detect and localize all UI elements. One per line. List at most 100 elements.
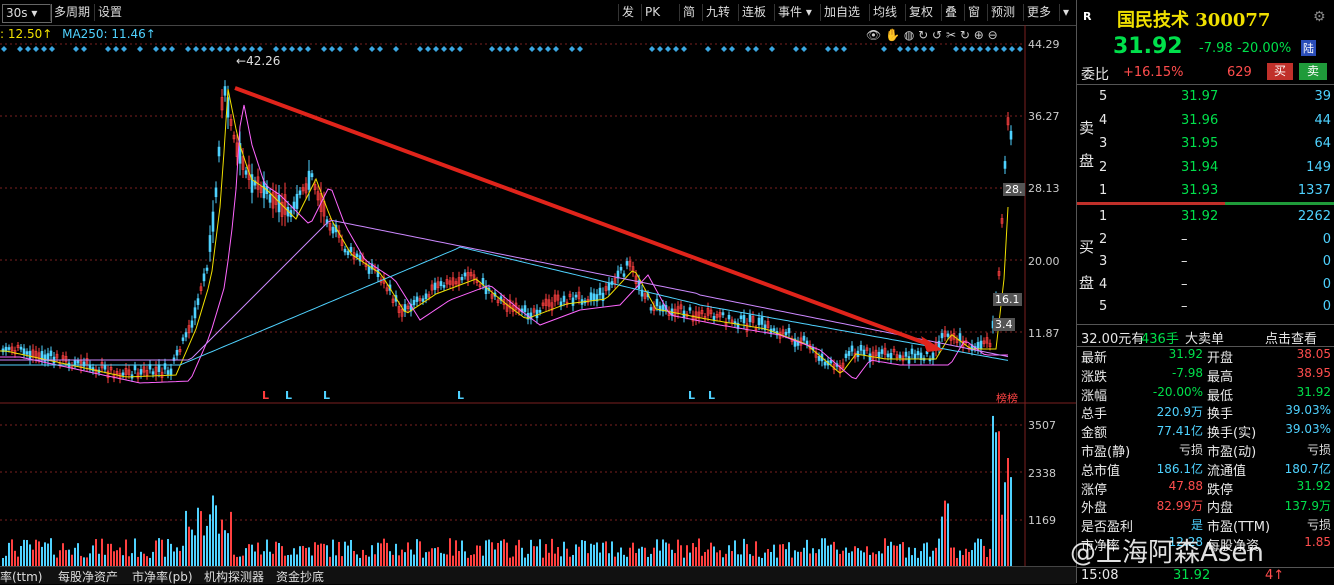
- candle-body: [619, 267, 623, 271]
- rank-label[interactable]: 榜榜: [996, 390, 1018, 406]
- ask-price[interactable]: 31.94: [1181, 160, 1218, 175]
- ask-level: 4: [1099, 112, 1108, 128]
- volume-bar: [923, 543, 925, 566]
- volume-bar: [614, 556, 616, 566]
- signal-diamond: [985, 46, 991, 52]
- volume-bar: [611, 541, 613, 566]
- toolbar-btn-5[interactable]: 事件 ▾: [774, 4, 815, 21]
- signal-diamond: [425, 46, 431, 52]
- candle-body: [223, 86, 227, 96]
- ask-price[interactable]: 31.96: [1181, 113, 1218, 128]
- toolbar-btn-6[interactable]: 加自选: [820, 4, 863, 21]
- volume-bar: [821, 538, 823, 566]
- volume-bar: [692, 543, 694, 566]
- toolbar-btn-10[interactable]: 窗: [964, 4, 983, 21]
- volume-bar: [761, 557, 763, 566]
- toolbar-btn-7[interactable]: 均线: [869, 4, 900, 21]
- volume-bar: [959, 550, 961, 566]
- candle-body: [133, 365, 137, 371]
- volume-bar: [50, 538, 52, 566]
- toolbar-btn-2[interactable]: 简: [679, 4, 698, 21]
- volume-bar: [431, 548, 433, 566]
- volume-bar: [890, 541, 892, 566]
- volume-bar: [749, 554, 751, 566]
- volume-bar: [455, 540, 457, 566]
- signal-diamond: [897, 46, 903, 52]
- ask-label-1: 卖: [1079, 119, 1095, 137]
- bid-price[interactable]: –: [1181, 277, 1188, 292]
- candle-body: [190, 320, 194, 328]
- indicator-tab[interactable]: 率(ttm): [0, 568, 42, 585]
- signal-diamond: [657, 46, 663, 52]
- kline-chart[interactable]: [0, 25, 1076, 566]
- stat-value: 77.41亿: [1156, 424, 1203, 439]
- period-select[interactable]: 30s ▾: [2, 4, 52, 23]
- volume-bar: [146, 556, 148, 566]
- ask-price[interactable]: 31.95: [1181, 136, 1218, 151]
- multi-period-button[interactable]: 多周期: [50, 4, 93, 21]
- buy-button[interactable]: 买: [1267, 63, 1293, 80]
- bid-price[interactable]: 31.92: [1181, 209, 1218, 224]
- signal-diamond: [841, 46, 847, 52]
- candle-body: [82, 361, 86, 367]
- settings-button[interactable]: 设置: [94, 4, 125, 21]
- volume-bar: [188, 526, 190, 566]
- volume-bar: [113, 551, 115, 566]
- volume-bar: [653, 547, 655, 566]
- signal-diamond: [505, 46, 511, 52]
- sell-button[interactable]: 卖: [1299, 63, 1327, 80]
- volume-bar: [533, 546, 535, 566]
- candle-body: [175, 349, 179, 356]
- stat-value: 亏损: [1178, 443, 1203, 457]
- indicator-tab[interactable]: 机构探测器: [204, 568, 264, 585]
- indicator-tab[interactable]: 每股净资产: [58, 568, 118, 585]
- volume-bar: [473, 554, 475, 566]
- volume-bar: [206, 525, 208, 566]
- stat-label: 涨停: [1081, 482, 1108, 498]
- volume-bar: [863, 552, 865, 566]
- toolbar-btn-9[interactable]: 叠: [941, 4, 960, 21]
- volume-bar: [470, 555, 472, 566]
- indicator-tab[interactable]: 市净率(pb): [132, 568, 193, 585]
- indicator-tab[interactable]: 资金抄底: [276, 568, 324, 585]
- toolbar-btn-12[interactable]: 更多: [1023, 4, 1054, 21]
- volume-bar: [818, 549, 820, 566]
- candle-body: [823, 361, 827, 366]
- big-order-link[interactable]: 点击查看: [1265, 328, 1317, 347]
- volume-bar: [764, 552, 766, 566]
- toolbar-btn-8[interactable]: 复权: [905, 4, 936, 21]
- toolbar-btn-1[interactable]: PK: [641, 4, 663, 21]
- signal-diamond: [929, 46, 935, 52]
- candle-body: [25, 351, 29, 355]
- period-label: 30s: [6, 6, 28, 20]
- toolbar-btn-3[interactable]: 九转: [702, 4, 733, 21]
- volume-bar: [317, 544, 319, 566]
- ask-price[interactable]: 31.97: [1181, 89, 1218, 104]
- bid-price[interactable]: –: [1181, 254, 1188, 269]
- volume-bar: [926, 542, 928, 566]
- volume-bar: [929, 556, 931, 566]
- stock-price: 31.92: [1113, 34, 1183, 59]
- volume-bar: [35, 539, 37, 566]
- volume-bar: [815, 553, 817, 566]
- volume-bar: [626, 556, 628, 566]
- volume-bar: [794, 550, 796, 566]
- quote-panel: R 国民技术 300077 ⚙ 31.92 -7.98 -20.00% 陆 委比…: [1076, 0, 1334, 583]
- toolbar-btn-0[interactable]: 发: [618, 4, 637, 21]
- candle-body: [592, 293, 596, 301]
- toolbar-btn-4[interactable]: 连板: [738, 4, 769, 21]
- bid-price[interactable]: –: [1181, 299, 1188, 314]
- settings-gear-icon[interactable]: ⚙: [1313, 9, 1326, 25]
- volume-bar: [524, 557, 526, 566]
- toolbar-btn-11[interactable]: 预测: [987, 4, 1018, 21]
- signal-diamond: [993, 46, 999, 52]
- bid-price[interactable]: –: [1181, 232, 1188, 247]
- volume-bar: [731, 551, 733, 566]
- toolbar-more-dropdown-icon[interactable]: ▾: [1059, 4, 1072, 21]
- volume-bar: [239, 556, 241, 566]
- signal-diamond: [649, 46, 655, 52]
- signal-diamond: [441, 46, 447, 52]
- volume-bar: [182, 545, 184, 566]
- ask-price[interactable]: 31.93: [1181, 183, 1218, 198]
- signal-diamond: [1009, 46, 1015, 52]
